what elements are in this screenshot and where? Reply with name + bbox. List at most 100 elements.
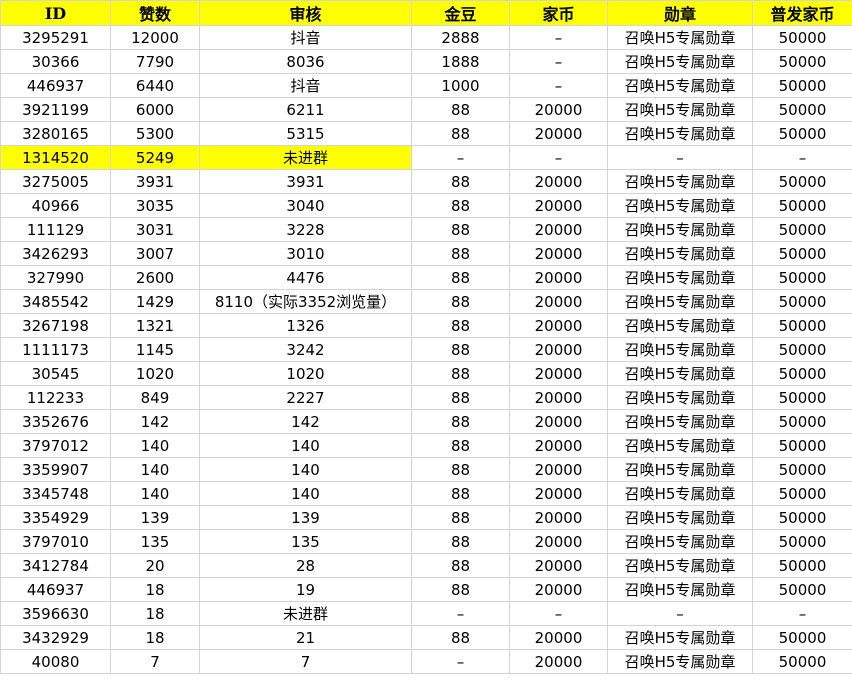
cell-general-coins[interactable]: 50000 [752, 25, 852, 50]
cell-likes[interactable]: 18 [110, 601, 200, 626]
cell-id[interactable]: 111129 [0, 217, 111, 242]
cell-medal[interactable]: 召唤H5专属勋章 [607, 553, 753, 578]
cell-id[interactable]: 3432929 [0, 625, 111, 650]
cell-id[interactable]: 3412784 [0, 553, 111, 578]
cell-likes[interactable]: 139 [110, 505, 200, 530]
cell-likes[interactable]: 140 [110, 457, 200, 482]
cell-family-coins[interactable]: – [509, 49, 608, 74]
header-cell-review[interactable]: 审核 [199, 0, 412, 26]
cell-medal[interactable]: 召唤H5专属勋章 [607, 241, 753, 266]
cell-gold-beans[interactable]: 88 [411, 265, 510, 290]
cell-general-coins[interactable]: 50000 [752, 433, 852, 458]
cell-gold-beans[interactable]: 2888 [411, 25, 510, 50]
cell-family-coins[interactable]: 20000 [509, 577, 608, 602]
cell-gold-beans[interactable]: 88 [411, 337, 510, 362]
cell-family-coins[interactable]: 20000 [509, 241, 608, 266]
cell-review[interactable]: 140 [199, 481, 412, 506]
cell-family-coins[interactable]: 20000 [509, 457, 608, 482]
cell-likes[interactable]: 1429 [110, 289, 200, 314]
cell-id[interactable]: 3596630 [0, 601, 111, 626]
cell-id[interactable]: 3280165 [0, 121, 111, 146]
cell-gold-beans[interactable]: 88 [411, 457, 510, 482]
cell-likes[interactable]: 18 [110, 625, 200, 650]
cell-gold-beans[interactable]: – [411, 649, 510, 674]
cell-medal[interactable]: 召唤H5专属勋章 [607, 313, 753, 338]
cell-medal[interactable]: – [607, 145, 753, 170]
cell-general-coins[interactable]: 50000 [752, 265, 852, 290]
cell-family-coins[interactable]: 20000 [509, 265, 608, 290]
cell-medal[interactable]: 召唤H5专属勋章 [607, 25, 753, 50]
cell-gold-beans[interactable]: 88 [411, 529, 510, 554]
cell-medal[interactable]: 召唤H5专属勋章 [607, 433, 753, 458]
cell-general-coins[interactable]: 50000 [752, 169, 852, 194]
cell-general-coins[interactable]: 50000 [752, 577, 852, 602]
cell-gold-beans[interactable]: 88 [411, 505, 510, 530]
cell-gold-beans[interactable]: 88 [411, 385, 510, 410]
cell-gold-beans[interactable]: 88 [411, 433, 510, 458]
cell-likes[interactable]: 2600 [110, 265, 200, 290]
cell-review[interactable]: 4476 [199, 265, 412, 290]
cell-id[interactable]: 3359907 [0, 457, 111, 482]
cell-medal[interactable]: 召唤H5专属勋章 [607, 49, 753, 74]
cell-general-coins[interactable]: 50000 [752, 625, 852, 650]
cell-general-coins[interactable]: 50000 [752, 409, 852, 434]
cell-likes[interactable]: 7790 [110, 49, 200, 74]
cell-likes[interactable]: 3031 [110, 217, 200, 242]
cell-likes[interactable]: 7 [110, 649, 200, 674]
cell-review[interactable]: 140 [199, 433, 412, 458]
cell-medal[interactable]: 召唤H5专属勋章 [607, 337, 753, 362]
cell-likes[interactable]: 135 [110, 529, 200, 554]
cell-id[interactable]: 3275005 [0, 169, 111, 194]
cell-review[interactable]: 未进群 [199, 601, 412, 626]
cell-id[interactable]: 3921199 [0, 97, 111, 122]
cell-likes[interactable]: 1321 [110, 313, 200, 338]
cell-general-coins[interactable]: – [752, 601, 852, 626]
cell-gold-beans[interactable]: 88 [411, 577, 510, 602]
cell-gold-beans[interactable]: 88 [411, 193, 510, 218]
cell-family-coins[interactable]: 20000 [509, 97, 608, 122]
cell-review[interactable]: 135 [199, 529, 412, 554]
cell-medal[interactable]: 召唤H5专属勋章 [607, 73, 753, 98]
cell-id[interactable]: 3426293 [0, 241, 111, 266]
cell-id[interactable]: 327990 [0, 265, 111, 290]
cell-likes[interactable]: 18 [110, 577, 200, 602]
cell-family-coins[interactable]: 20000 [509, 529, 608, 554]
header-cell-general-coins[interactable]: 普发家币 [752, 0, 852, 26]
cell-medal[interactable]: 召唤H5专属勋章 [607, 409, 753, 434]
cell-gold-beans[interactable]: 88 [411, 481, 510, 506]
cell-general-coins[interactable]: 50000 [752, 49, 852, 74]
cell-likes[interactable]: 20 [110, 553, 200, 578]
cell-id[interactable]: 3345748 [0, 481, 111, 506]
cell-medal[interactable]: 召唤H5专属勋章 [607, 529, 753, 554]
cell-family-coins[interactable]: 20000 [509, 625, 608, 650]
header-cell-likes[interactable]: 赞数 [110, 0, 200, 26]
cell-general-coins[interactable]: 50000 [752, 337, 852, 362]
cell-review[interactable]: 3931 [199, 169, 412, 194]
cell-likes[interactable]: 140 [110, 481, 200, 506]
header-cell-family-coins[interactable]: 家币 [509, 0, 608, 26]
header-cell-medal[interactable]: 勋章 [607, 0, 753, 26]
cell-review[interactable]: 3228 [199, 217, 412, 242]
cell-id[interactable]: 30545 [0, 361, 111, 386]
cell-review[interactable]: 5315 [199, 121, 412, 146]
cell-review[interactable]: 7 [199, 649, 412, 674]
cell-general-coins[interactable]: 50000 [752, 553, 852, 578]
cell-medal[interactable]: 召唤H5专属勋章 [607, 649, 753, 674]
cell-id[interactable]: 3295291 [0, 25, 111, 50]
cell-likes[interactable]: 142 [110, 409, 200, 434]
cell-likes[interactable]: 3035 [110, 193, 200, 218]
cell-medal[interactable]: 召唤H5专属勋章 [607, 577, 753, 602]
cell-review[interactable]: 139 [199, 505, 412, 530]
cell-general-coins[interactable]: 50000 [752, 121, 852, 146]
cell-likes[interactable]: 1145 [110, 337, 200, 362]
cell-likes[interactable]: 3007 [110, 241, 200, 266]
cell-id[interactable]: 3797010 [0, 529, 111, 554]
cell-family-coins[interactable]: 20000 [509, 169, 608, 194]
cell-gold-beans[interactable]: 88 [411, 553, 510, 578]
cell-gold-beans[interactable]: 88 [411, 241, 510, 266]
cell-family-coins[interactable]: 20000 [509, 481, 608, 506]
cell-review[interactable]: 3242 [199, 337, 412, 362]
cell-review[interactable]: 140 [199, 457, 412, 482]
cell-likes[interactable]: 1020 [110, 361, 200, 386]
cell-medal[interactable]: 召唤H5专属勋章 [607, 193, 753, 218]
